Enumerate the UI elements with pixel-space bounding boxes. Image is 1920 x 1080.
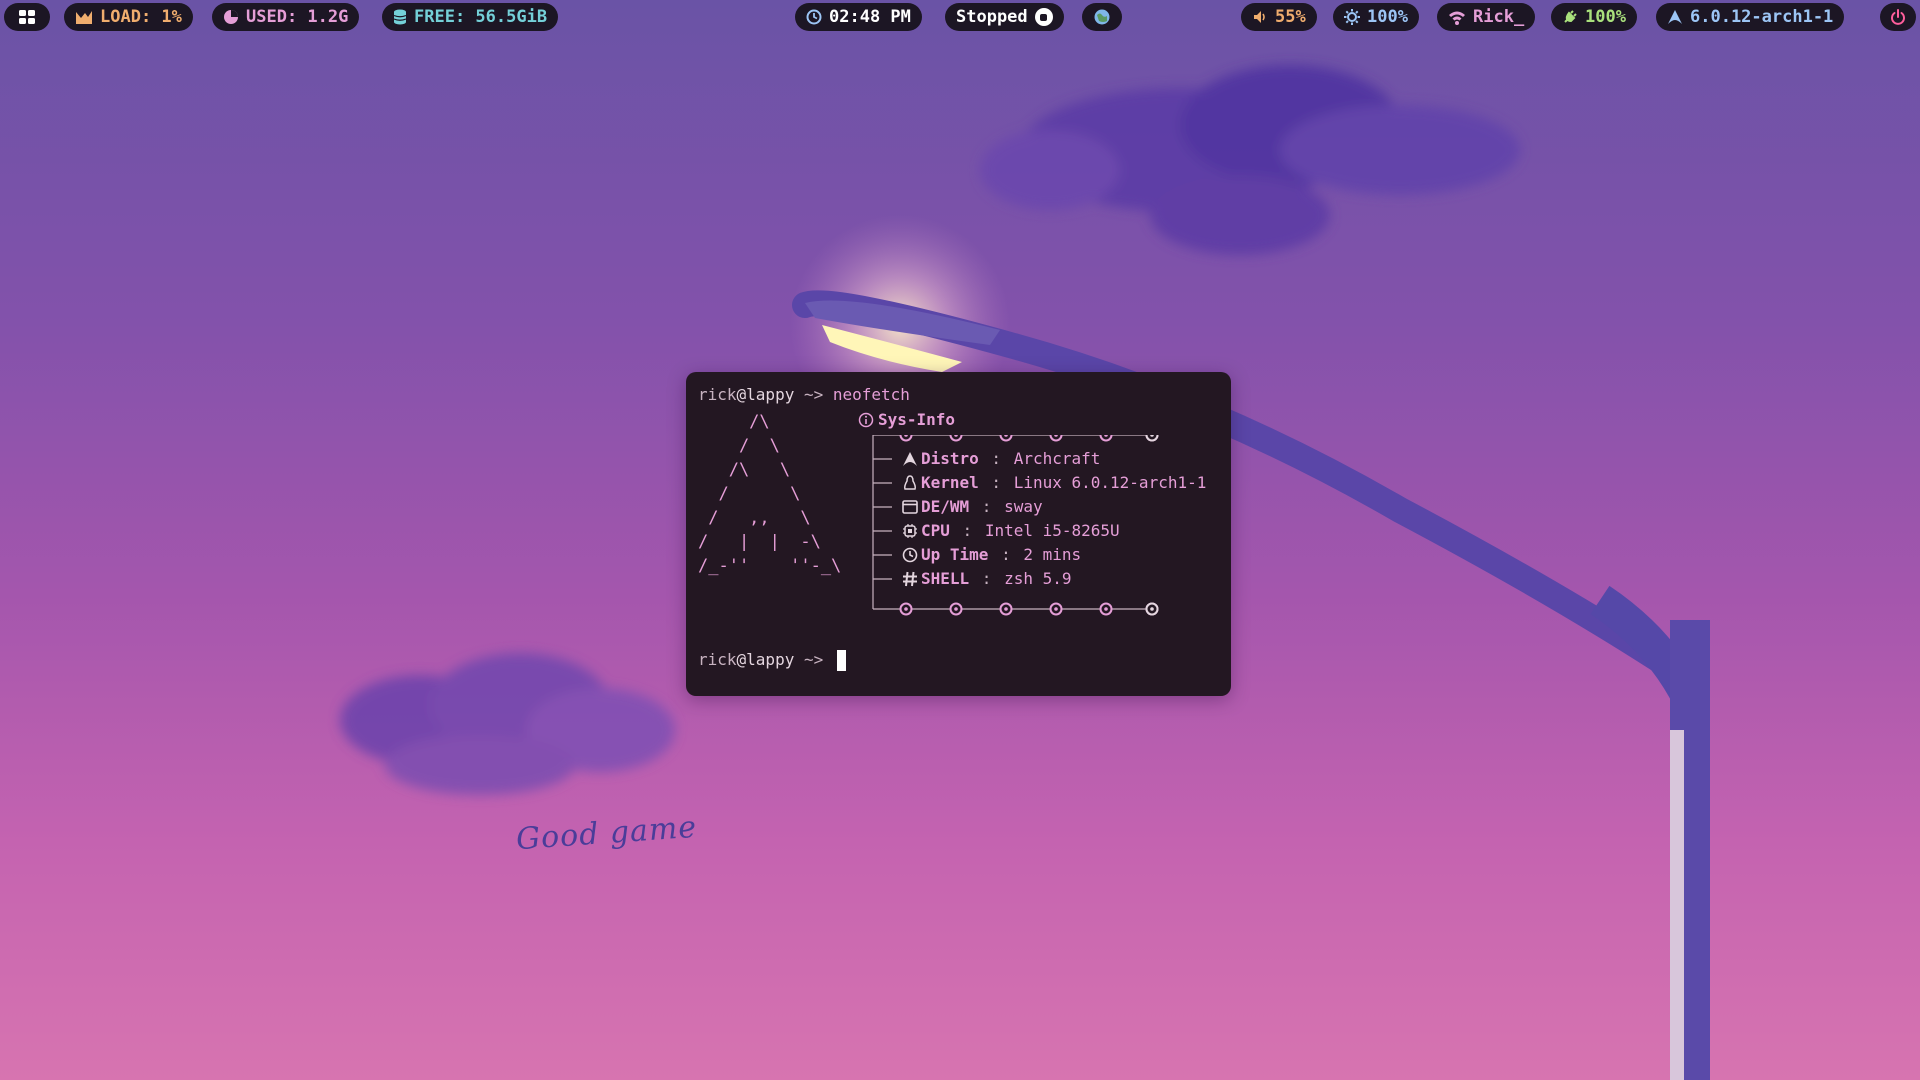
globe-icon [1094,9,1110,25]
workspaces-button[interactable] [4,3,50,31]
brightness-widget[interactable]: 100% [1333,3,1419,31]
info-row-cpu: CPU : Intel i5-8265U [902,521,1120,541]
battery-label: 100% [1585,7,1626,27]
load-label: LOAD: 1% [100,7,182,27]
stop-icon [1034,8,1053,26]
top-bar: LOAD: 1% USED: 1.2G FREE: 56.5GiB 02:48 … [0,0,1920,34]
clock-widget[interactable]: 02:48 PM [795,3,922,31]
sysinfo-title: Sys-Info [858,410,955,430]
volume-label: 55% [1275,7,1306,27]
network-widget[interactable]: Rick_ [1437,3,1536,31]
kernel-widget[interactable]: 6.0.12-arch1-1 [1656,3,1845,31]
tree-dot-center [1104,607,1108,611]
info-row-dewm: DE/WM : sway [902,497,1043,517]
brightness-label: 100% [1367,7,1408,27]
tree-dot-center [1150,607,1154,611]
cloud-top [980,65,1520,255]
used-label: USED: 1.2G [246,7,349,27]
prompt-line[interactable]: rick@lappy ~> [698,650,846,671]
info-value: Linux 6.0.12-arch1-1 [1013,473,1207,492]
info-key: Up Time [921,545,989,564]
cpu-icon [903,524,917,538]
power-button[interactable] [1880,3,1916,31]
sysinfo-title-text: Sys-Info [878,410,956,429]
plug-icon [1564,10,1577,23]
media-label: Stopped [956,7,1028,27]
info-sep: : [972,497,1002,516]
grid-icon [19,10,35,24]
info-row-distro: Distro : Archcraft [902,449,1100,469]
window-icon [902,500,918,514]
ascii-logo: /\ / \ /\ \ / \ / ,, \ / | | -\ /_-'' ''… [698,412,842,576]
info-row-shell: SHELL : zsh 5.9 [902,569,1072,589]
power-icon [1891,9,1905,25]
clock-icon [902,547,918,563]
info-value: Intel i5-8265U [984,521,1120,540]
cloud-bottom [340,653,675,795]
info-key: DE/WM [921,497,970,516]
info-row-uptime: Up Time : 2 mins [902,545,1081,565]
lamp-pole-highlight [1670,730,1684,1080]
prompt-host: @lappy [736,650,795,669]
info-sep: : [972,569,1002,588]
pie-icon [224,10,238,24]
prompt-host: @lappy [736,385,795,404]
app-button[interactable] [1082,3,1122,31]
info-row-kernel: Kernel : Linux 6.0.12-arch1-1 [902,473,1206,493]
command-line: rick@lappy ~> neofetch [698,385,910,405]
chart-icon [76,11,92,24]
info-key: SHELL [921,569,970,588]
database-icon [393,9,407,25]
info-sep: : [981,473,1011,492]
info-key: CPU [921,521,950,540]
info-sep: : [991,545,1021,564]
memory-used-widget[interactable]: USED: 1.2G [212,3,360,31]
sysinfo-tree: Distro : Archcraft Kernel : Linux 6.0.12… [872,435,1206,621]
info-value: sway [1004,497,1043,516]
arch-icon [1668,10,1682,24]
tree-dot-center [954,607,958,611]
info-key: Kernel [921,473,979,492]
info-sep: : [952,521,982,540]
tree-dot-center [1004,607,1008,611]
free-label: FREE: 56.5GiB [414,7,548,27]
battery-widget[interactable]: 100% [1551,3,1637,31]
prompt-path: ~> [794,385,833,404]
kernel-label: 6.0.12-arch1-1 [1690,7,1834,27]
info-sep: : [981,449,1011,468]
terminal-window[interactable]: rick@lappy ~> neofetch /\ / \ /\ \ / \ /… [686,372,1231,696]
volume-widget[interactable]: 55% [1241,3,1317,31]
prompt-user: rick [698,650,737,669]
command-text: neofetch [832,385,910,404]
load-widget[interactable]: LOAD: 1% [64,3,193,31]
info-value: Archcraft [1013,449,1101,468]
clock-icon [806,9,822,25]
wifi-icon [1449,11,1465,25]
sun-icon [1344,9,1360,25]
network-label: Rick_ [1473,7,1525,27]
tree-dot-center [1054,607,1058,611]
media-widget[interactable]: Stopped [945,3,1064,31]
hash-icon [903,571,917,587]
info-key: Distro [921,449,979,468]
arch-icon [903,452,917,466]
prompt-user: rick [698,385,737,404]
tree-dots-top [899,435,1159,442]
clock-label: 02:48 PM [829,7,911,27]
speaker-icon [1254,11,1265,23]
text-cursor [836,650,846,671]
tree-dot-center [904,607,908,611]
disk-free-widget[interactable]: FREE: 56.5GiB [382,3,559,31]
linux-icon [904,475,916,490]
info-value: zsh 5.9 [1004,569,1072,588]
info-value: 2 mins [1023,545,1082,564]
prompt-path: ~> [794,650,833,669]
info-icon [858,412,874,428]
